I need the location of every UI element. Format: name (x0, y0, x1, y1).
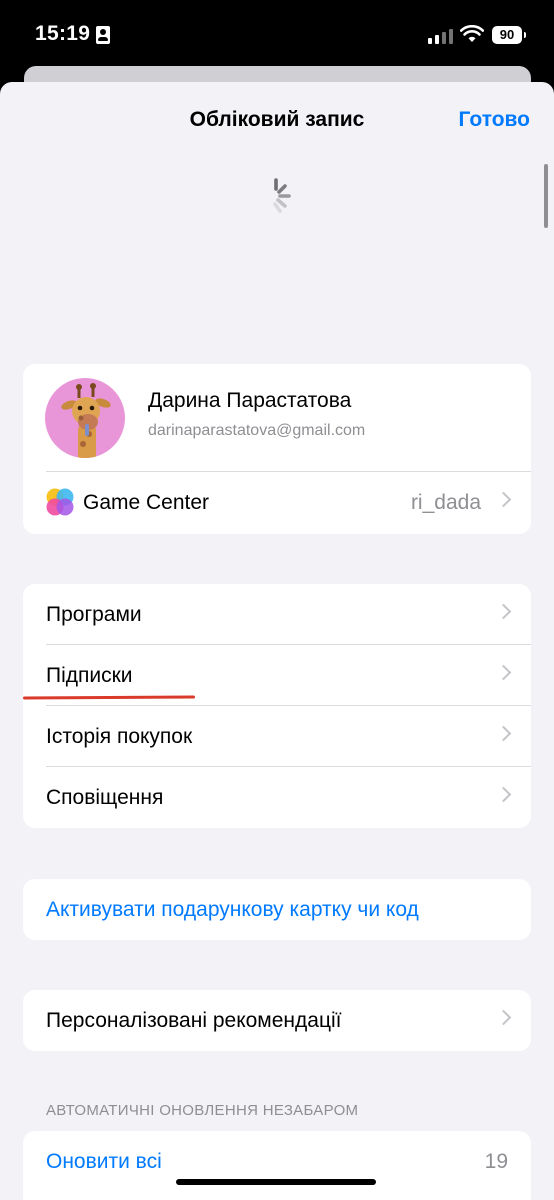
avatar (45, 378, 125, 458)
game-center-icon (46, 488, 74, 516)
wifi-icon (460, 25, 484, 42)
chevron-right-icon (495, 786, 512, 803)
apps-label: Програми (46, 602, 142, 626)
giraffe-memoji-icon (61, 383, 111, 458)
notifications-label: Сповіщення (46, 785, 164, 809)
scroll-indicator (544, 164, 548, 228)
chevron-right-icon (495, 1009, 512, 1026)
updates-card: Оновити всі 19 (23, 1131, 531, 1200)
purchase-history-row[interactable]: Історія покупок (23, 706, 531, 767)
gift-card: Активувати подарункову картку чи код (23, 879, 531, 940)
battery-indicator: 90 (492, 26, 526, 44)
cellular-signal-icon (428, 28, 454, 44)
purchase-history-label: Історія покупок (46, 724, 193, 748)
redeem-gift-card-link: Активувати подарункову картку чи код (46, 897, 419, 921)
account-sheet: Обліковий запис Готово Дарина Парастатов… (0, 82, 554, 1200)
personalized-recommendations-label: Персоналізовані рекомендації (46, 1008, 342, 1032)
loading-spinner-icon (273, 178, 291, 213)
game-center-row[interactable]: Game Center ri_dada (23, 472, 531, 533)
user-name: Дарина Парастатова (148, 389, 352, 412)
subscriptions-label: Підписки (46, 663, 133, 687)
user-email: darinaparastatova@gmail.com (148, 422, 366, 439)
status-time: 15:19 (35, 22, 91, 45)
apps-row[interactable]: Програми (23, 584, 531, 645)
home-indicator[interactable] (176, 1179, 376, 1185)
redeem-gift-card-row[interactable]: Активувати подарункову картку чи код (23, 879, 531, 940)
section-header-updates: АВТОМАТИЧНІ ОНОВЛЕННЯ НЕЗАБАРОМ (46, 1102, 359, 1119)
notifications-row[interactable]: Сповіщення (23, 767, 531, 828)
chevron-right-icon (495, 491, 512, 508)
menu-card: Програми Підписки Історія покупок Сповіщ… (23, 584, 531, 828)
status-bar: 15:19 90 (0, 0, 554, 70)
chevron-right-icon (495, 664, 512, 681)
update-all-button[interactable]: Оновити всі (46, 1150, 162, 1174)
contact-card-icon (96, 26, 110, 44)
game-center-nickname: ri_dada (410, 490, 481, 514)
personalized-recommendations-row[interactable]: Персоналізовані рекомендації (23, 990, 531, 1051)
pending-updates-count: 19 (484, 1149, 508, 1173)
recommendations-card: Персоналізовані рекомендації (23, 990, 531, 1051)
chevron-right-icon (495, 725, 512, 742)
chevron-right-icon (495, 603, 512, 620)
profile-card: Дарина Парастатова darinaparastatova@gma… (23, 364, 531, 534)
done-button[interactable]: Готово (459, 108, 530, 132)
game-center-label: Game Center (83, 490, 210, 514)
profile-row[interactable]: Дарина Парастатова darinaparastatova@gma… (23, 364, 531, 472)
